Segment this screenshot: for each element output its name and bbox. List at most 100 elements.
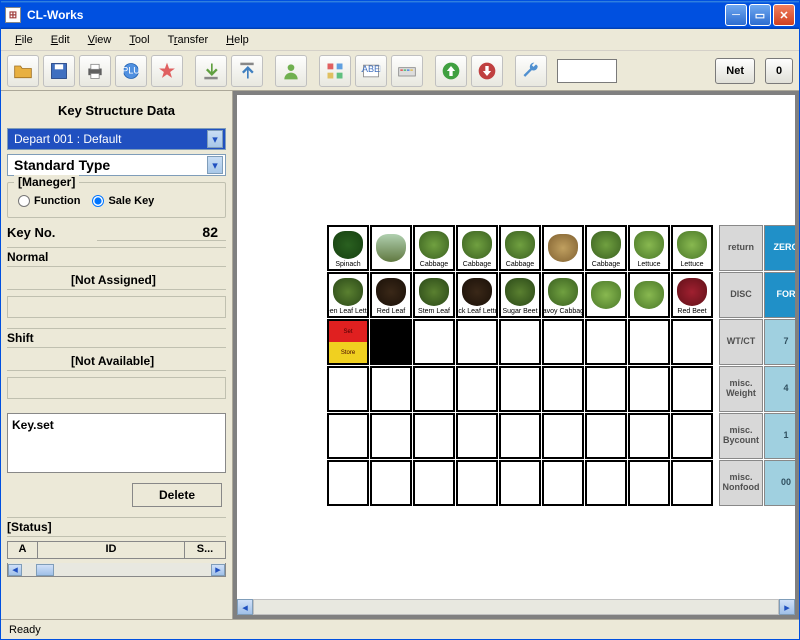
download-icon[interactable] bbox=[195, 55, 227, 87]
scroll-thumb[interactable] bbox=[36, 564, 54, 576]
delete-button[interactable]: Delete bbox=[132, 483, 222, 507]
status-scrollbar[interactable]: ◂ ▸ bbox=[7, 563, 226, 577]
func-key[interactable]: ZERO bbox=[764, 225, 795, 271]
func-key[interactable]: misc. Bycount bbox=[719, 413, 763, 459]
plu-key[interactable] bbox=[499, 319, 541, 365]
open-icon[interactable] bbox=[7, 55, 39, 87]
func-key[interactable]: 7 bbox=[764, 319, 795, 365]
plu-key[interactable] bbox=[628, 272, 670, 318]
chevron-down-icon[interactable]: ▾ bbox=[207, 130, 223, 148]
plu-key[interactable] bbox=[370, 319, 412, 365]
func-key[interactable]: 00 bbox=[764, 460, 795, 506]
plu-key[interactable] bbox=[370, 225, 412, 271]
radio-function[interactable]: Function bbox=[18, 195, 80, 207]
plu-key[interactable] bbox=[327, 413, 369, 459]
normal-field[interactable] bbox=[7, 296, 226, 318]
plu-key[interactable] bbox=[456, 460, 498, 506]
plu-key[interactable] bbox=[542, 413, 584, 459]
up-arrow-icon[interactable] bbox=[435, 55, 467, 87]
scroll-right-icon[interactable]: ▸ bbox=[211, 564, 225, 576]
radio-salekey[interactable]: Sale Key bbox=[92, 195, 154, 207]
upload-icon[interactable] bbox=[231, 55, 263, 87]
plu-key[interactable] bbox=[585, 272, 627, 318]
plu-key[interactable]: Lettuce bbox=[628, 225, 670, 271]
plu-key[interactable]: Red Beet bbox=[671, 272, 713, 318]
label-icon[interactable]: LABEL bbox=[355, 55, 387, 87]
plu-key[interactable] bbox=[456, 366, 498, 412]
plu-key[interactable] bbox=[327, 460, 369, 506]
func-key[interactable]: FOR bbox=[764, 272, 795, 318]
menu-view[interactable]: View bbox=[80, 32, 120, 48]
user-icon[interactable] bbox=[275, 55, 307, 87]
status-header[interactable]: A ID S... bbox=[7, 541, 226, 559]
plu-key[interactable] bbox=[671, 460, 713, 506]
menu-transfer[interactable]: Transfer bbox=[160, 32, 217, 48]
chevron-down-icon[interactable]: ▾ bbox=[207, 156, 223, 174]
plu-key[interactable]: Cabbage bbox=[499, 225, 541, 271]
plu-key[interactable] bbox=[671, 413, 713, 459]
plu-key[interactable]: Lettuce bbox=[671, 225, 713, 271]
plu-key[interactable] bbox=[499, 413, 541, 459]
grid-icon[interactable] bbox=[319, 55, 351, 87]
save-icon[interactable] bbox=[43, 55, 75, 87]
menu-edit[interactable]: Edit bbox=[43, 32, 78, 48]
plu-key[interactable] bbox=[370, 460, 412, 506]
canvas-scrollbar[interactable]: ◂ ▸ bbox=[237, 599, 795, 615]
plu-key[interactable] bbox=[628, 319, 670, 365]
plu-key[interactable] bbox=[628, 366, 670, 412]
plu-key[interactable] bbox=[628, 460, 670, 506]
func-key[interactable]: WT/CT bbox=[719, 319, 763, 365]
func-key[interactable]: 4 bbox=[764, 366, 795, 412]
plu-key[interactable]: SetStore bbox=[327, 319, 369, 365]
plu-key[interactable] bbox=[456, 319, 498, 365]
func-key[interactable]: DISC bbox=[719, 272, 763, 318]
print-icon[interactable] bbox=[79, 55, 111, 87]
plu-key[interactable] bbox=[413, 460, 455, 506]
plu-key[interactable] bbox=[327, 366, 369, 412]
plu-key[interactable] bbox=[585, 319, 627, 365]
titlebar[interactable]: ⊞ CL-Works ─ ▭ ✕ bbox=[1, 1, 799, 29]
plu-key[interactable] bbox=[542, 319, 584, 365]
scroll-left-icon[interactable]: ◂ bbox=[8, 564, 22, 576]
net-button[interactable]: Net bbox=[715, 58, 755, 84]
plu-key[interactable] bbox=[542, 225, 584, 271]
menu-help[interactable]: Help bbox=[218, 32, 257, 48]
plu-key[interactable] bbox=[542, 460, 584, 506]
plu-key[interactable] bbox=[499, 460, 541, 506]
plu-key[interactable]: Cabbage bbox=[456, 225, 498, 271]
menu-tool[interactable]: Tool bbox=[121, 32, 157, 48]
menu-file[interactable]: File bbox=[7, 32, 41, 48]
plu-key[interactable]: Green Leaf Lettuce bbox=[327, 272, 369, 318]
plu-key[interactable] bbox=[542, 366, 584, 412]
shift-field[interactable] bbox=[7, 377, 226, 399]
plu-key[interactable] bbox=[456, 413, 498, 459]
plu-key[interactable] bbox=[413, 319, 455, 365]
minimize-button[interactable]: ─ bbox=[725, 4, 747, 26]
plu-key[interactable]: Cabbage bbox=[585, 225, 627, 271]
toolbar-field[interactable] bbox=[557, 59, 617, 83]
plu-key[interactable]: Cabbage bbox=[413, 225, 455, 271]
down-arrow-icon[interactable] bbox=[471, 55, 503, 87]
plu-key[interactable] bbox=[585, 366, 627, 412]
plu-key[interactable]: Red Leaf bbox=[370, 272, 412, 318]
func-key[interactable]: misc. Nonfood bbox=[719, 460, 763, 506]
wrench-icon[interactable] bbox=[515, 55, 547, 87]
plu-key[interactable]: Stem Leaf bbox=[413, 272, 455, 318]
plu-key[interactable] bbox=[370, 413, 412, 459]
plu-key[interactable] bbox=[585, 460, 627, 506]
plu-key[interactable] bbox=[585, 413, 627, 459]
star-icon[interactable] bbox=[151, 55, 183, 87]
func-key[interactable]: return bbox=[719, 225, 763, 271]
maximize-button[interactable]: ▭ bbox=[749, 4, 771, 26]
plu-key[interactable] bbox=[628, 413, 670, 459]
plu-key[interactable]: Black Leaf Lettuce bbox=[456, 272, 498, 318]
scroll-right-icon[interactable]: ▸ bbox=[779, 599, 795, 615]
plu-key[interactable] bbox=[671, 319, 713, 365]
func-key[interactable]: 1 bbox=[764, 413, 795, 459]
plu-key[interactable] bbox=[413, 413, 455, 459]
file-box[interactable]: Key.set bbox=[7, 413, 226, 473]
plu-key[interactable] bbox=[499, 366, 541, 412]
zero-button[interactable]: 0 bbox=[765, 58, 793, 84]
scroll-left-icon[interactable]: ◂ bbox=[237, 599, 253, 615]
plu-key[interactable] bbox=[413, 366, 455, 412]
